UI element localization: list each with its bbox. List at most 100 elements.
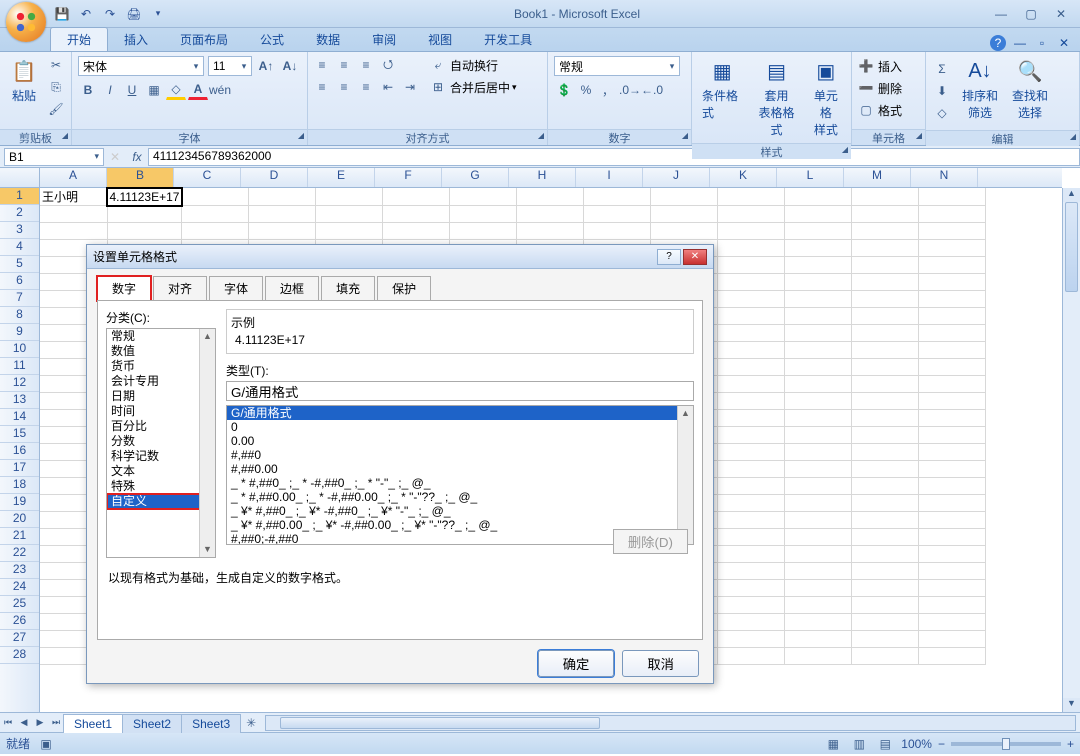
cell[interactable] (785, 495, 852, 512)
cell[interactable] (919, 410, 986, 427)
cell[interactable] (852, 308, 919, 325)
col-header[interactable]: E (308, 168, 375, 187)
align-top-icon[interactable]: ≡ (312, 55, 332, 75)
cell[interactable] (718, 240, 785, 257)
cell[interactable] (182, 188, 249, 206)
cell[interactable] (785, 359, 852, 376)
cell[interactable] (919, 427, 986, 444)
view-layout-icon[interactable]: ▥ (849, 734, 869, 754)
number-format-combo[interactable]: ▾ (554, 56, 680, 76)
cell[interactable] (919, 563, 986, 580)
cell[interactable] (718, 188, 785, 206)
cell[interactable] (718, 376, 785, 393)
align-mid-icon[interactable]: ≡ (334, 55, 354, 75)
cell[interactable] (785, 546, 852, 563)
type-item[interactable]: _ ¥* #,##0_ ;_ ¥* -#,##0_ ;_ ¥* "-"_ ;_ … (227, 504, 693, 518)
vscroll-thumb[interactable] (1065, 202, 1078, 292)
cell[interactable] (919, 495, 986, 512)
cell[interactable] (584, 223, 651, 240)
col-header[interactable]: B (107, 168, 174, 187)
row-header[interactable]: 13 (0, 392, 39, 409)
row-header[interactable]: 5 (0, 256, 39, 273)
row-header[interactable]: 12 (0, 375, 39, 392)
row-header[interactable]: 8 (0, 307, 39, 324)
macro-record-icon[interactable]: ▣ (36, 734, 56, 754)
cell[interactable] (718, 580, 785, 597)
zoom-out-icon[interactable]: − (938, 737, 945, 751)
cell[interactable] (785, 597, 852, 614)
row-header[interactable]: 16 (0, 443, 39, 460)
cell[interactable] (852, 274, 919, 291)
type-item[interactable]: _ * #,##0.00_ ;_ * -#,##0.00_ ;_ * "-"??… (227, 490, 693, 504)
dialog-tab[interactable]: 保护 (377, 276, 431, 301)
row-header[interactable]: 25 (0, 596, 39, 613)
cell[interactable] (718, 529, 785, 546)
type-item[interactable]: _ * #,##0_ ;_ * -#,##0_ ;_ * "-"_ ;_ @_ (227, 476, 693, 490)
clear-icon[interactable]: ◇ (932, 103, 952, 123)
inc-decimal-icon[interactable]: .0→ (620, 80, 640, 100)
orientation-icon[interactable]: ⭯ (378, 55, 398, 75)
dialog-tab[interactable]: 数字 (97, 276, 151, 301)
ribbon-min-icon[interactable]: — (1012, 35, 1028, 51)
dialog-tab[interactable]: 填充 (321, 276, 375, 301)
row-header[interactable]: 9 (0, 324, 39, 341)
cell[interactable] (785, 614, 852, 631)
row-header[interactable]: 22 (0, 545, 39, 562)
cell[interactable] (785, 563, 852, 580)
cell[interactable] (852, 393, 919, 410)
cell[interactable] (852, 410, 919, 427)
indent-dec-icon[interactable]: ⇤ (378, 77, 398, 97)
cell[interactable] (107, 223, 182, 240)
cell[interactable] (852, 529, 919, 546)
cell[interactable] (919, 631, 986, 648)
cancel-formula-icon[interactable]: ✕ (104, 147, 126, 167)
cell[interactable] (718, 648, 785, 665)
view-normal-icon[interactable]: ▦ (823, 734, 843, 754)
paste-button[interactable]: 📋粘贴 (4, 55, 44, 106)
cell[interactable] (785, 648, 852, 665)
cell[interactable] (852, 188, 919, 206)
fill-icon[interactable]: ⬇ (932, 81, 952, 101)
dialog-close-icon[interactable]: ✕ (683, 249, 707, 265)
cell[interactable] (785, 478, 852, 495)
col-header[interactable]: I (576, 168, 643, 187)
col-header[interactable]: N (911, 168, 978, 187)
cell[interactable] (785, 529, 852, 546)
cell[interactable] (517, 223, 584, 240)
phonetic-icon[interactable]: wén (210, 80, 230, 100)
cell[interactable] (919, 376, 986, 393)
cell[interactable]: 4.11123E+17 (107, 188, 182, 206)
row-header[interactable]: 4 (0, 239, 39, 256)
percent-icon[interactable]: % (576, 80, 596, 100)
vertical-scrollbar[interactable]: ▲ ▼ (1062, 188, 1080, 712)
cell[interactable] (852, 206, 919, 223)
view-break-icon[interactable]: ▤ (875, 734, 895, 754)
cell[interactable] (852, 461, 919, 478)
print-icon[interactable]: 🖨 (124, 4, 144, 24)
cell[interactable] (718, 478, 785, 495)
cell[interactable] (517, 188, 584, 206)
row-header[interactable]: 14 (0, 409, 39, 426)
cell[interactable] (249, 188, 316, 206)
cell[interactable] (919, 512, 986, 529)
dialog-help-icon[interactable]: ? (657, 249, 681, 265)
dialog-tab[interactable]: 字体 (209, 276, 263, 301)
ribbon-tab-5[interactable]: 审阅 (356, 28, 412, 51)
cell[interactable] (919, 223, 986, 240)
cell[interactable] (718, 410, 785, 427)
col-header[interactable]: F (375, 168, 442, 187)
save-icon[interactable]: 💾 (52, 4, 72, 24)
cell[interactable] (852, 325, 919, 342)
hscroll-thumb[interactable] (280, 717, 600, 729)
sheet-nav-last-icon[interactable]: ⏭ (48, 715, 64, 731)
cell[interactable] (718, 512, 785, 529)
cell[interactable] (718, 461, 785, 478)
font-color-icon[interactable]: A (188, 80, 208, 100)
cell[interactable] (852, 223, 919, 240)
format-button[interactable]: ▢格式 (856, 100, 902, 120)
cell[interactable] (852, 495, 919, 512)
horizontal-scrollbar[interactable] (265, 715, 1076, 731)
col-header[interactable]: H (509, 168, 576, 187)
row-header[interactable]: 19 (0, 494, 39, 511)
type-item[interactable]: G/通用格式 (227, 406, 693, 420)
